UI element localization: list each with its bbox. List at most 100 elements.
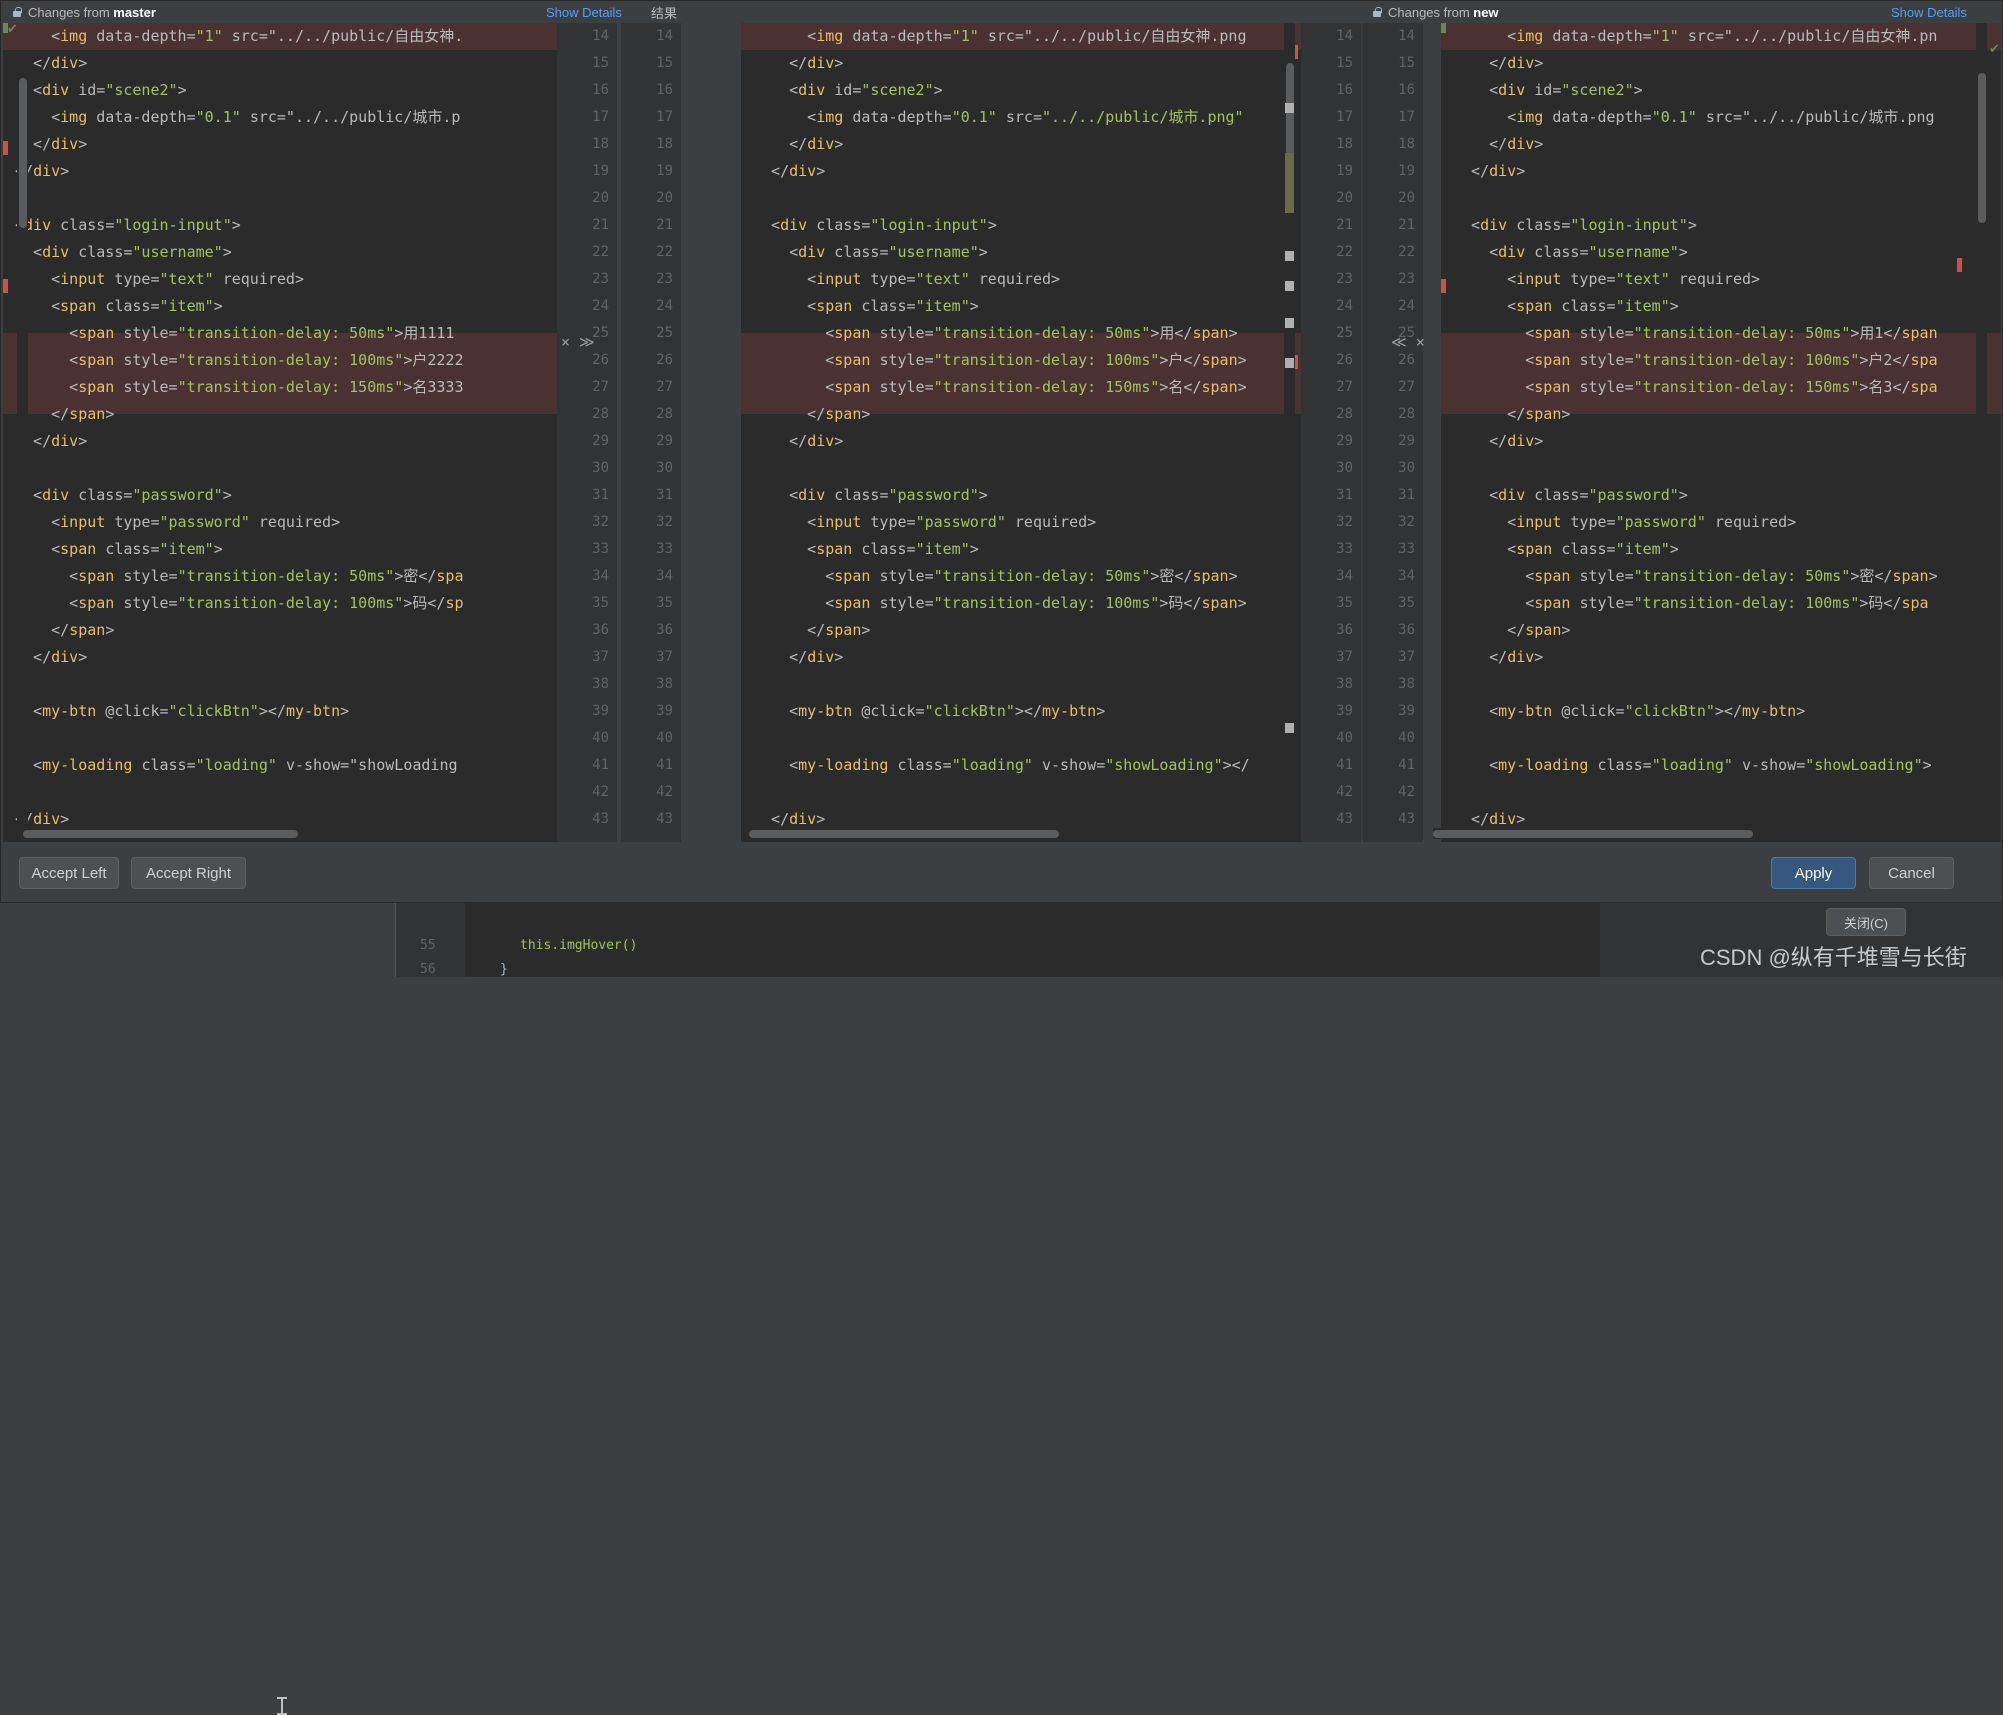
line-number: 23 xyxy=(1336,266,1353,293)
left-pane-hscrollbar[interactable] xyxy=(23,828,543,839)
left-diff-revert-icon[interactable]: × ≫ xyxy=(561,333,595,351)
code-line xyxy=(15,185,557,212)
code-line xyxy=(15,725,557,752)
right-pane-hscroll-thumb[interactable] xyxy=(1433,830,1753,838)
merge-dialog: Changes from master Show Details 结果 Chan… xyxy=(0,0,2003,903)
result-pane-hscroll-thumb[interactable] xyxy=(749,830,1059,838)
line-number: 34 xyxy=(1336,563,1353,590)
line-number: 31 xyxy=(656,482,673,509)
right-pane-scroll-thumb[interactable] xyxy=(1978,73,1986,223)
line-number: 37 xyxy=(1398,644,1415,671)
line-number: 37 xyxy=(656,644,673,671)
result-pane[interactable]: <img data-depth="1" src="../../public/自由… xyxy=(741,23,1301,845)
code-line: </div> xyxy=(15,644,557,671)
code-line xyxy=(15,671,557,698)
code-line: </div> xyxy=(15,50,557,77)
code-line: </div> xyxy=(1453,428,2001,455)
watermark: CSDN @纵有千堆雪与长街 xyxy=(1700,940,1967,972)
lock-icon xyxy=(11,6,22,18)
accept-right-button[interactable]: Accept Right xyxy=(131,857,246,889)
line-number: 31 xyxy=(1398,482,1415,509)
line-number: 21 xyxy=(1336,212,1353,239)
close-button[interactable]: 关闭(C) xyxy=(1826,908,1906,936)
code-line: <span class="item"> xyxy=(1453,293,2001,320)
code-line xyxy=(1453,725,2001,752)
cancel-button[interactable]: Cancel xyxy=(1869,857,1954,889)
left-pane-hscroll-thumb[interactable] xyxy=(23,830,298,838)
code-line: <img data-depth="0.1" src="../../public/… xyxy=(15,104,557,131)
left-diff-pane[interactable]: ✔ <img data-depth="1" src="../../public/… xyxy=(3,23,557,845)
line-number: 30 xyxy=(1398,455,1415,482)
line-number: 43 xyxy=(656,806,673,833)
line-number: 20 xyxy=(656,185,673,212)
accept-left-button[interactable]: Accept Left xyxy=(19,857,119,889)
code-line: <span style="transition-delay: 100ms">码<… xyxy=(15,590,557,617)
code-line: <div class="login-input"> xyxy=(753,212,1301,239)
result-label: 结果 xyxy=(651,3,677,22)
line-number: 14 xyxy=(1336,23,1353,50)
right-diff-revert-icon[interactable]: ≪ × xyxy=(1391,333,1425,351)
code-line: <img data-depth="0.1" src="../../public/… xyxy=(753,104,1301,131)
left-connector-area xyxy=(681,23,741,845)
line-number: 33 xyxy=(1398,536,1415,563)
line-number: 15 xyxy=(656,50,673,77)
code-line: <img data-depth="1" src="../../public/自由… xyxy=(1453,23,2001,50)
show-details-right[interactable]: Show Details xyxy=(1891,1,1967,23)
code-line: </div> xyxy=(15,428,557,455)
backdrop-code-line: this.imgHover() xyxy=(520,938,637,953)
code-line: <span style="transition-delay: 100ms">户<… xyxy=(753,347,1301,374)
line-number: 17 xyxy=(592,104,609,131)
left-pane-scrollbar[interactable] xyxy=(17,78,28,838)
line-number: 28 xyxy=(656,401,673,428)
code-line: <span class="item"> xyxy=(1453,536,2001,563)
line-number: 20 xyxy=(1398,185,1415,212)
line-number: 20 xyxy=(1336,185,1353,212)
line-number: 24 xyxy=(656,293,673,320)
code-line: </span> xyxy=(1453,401,2001,428)
result-pane-hscrollbar[interactable] xyxy=(749,828,1279,839)
show-details-left[interactable]: Show Details xyxy=(546,1,622,23)
left-pane-scroll-thumb[interactable] xyxy=(19,78,27,228)
code-line: <span style="transition-delay: 150ms">名<… xyxy=(753,374,1301,401)
apply-button[interactable]: Apply xyxy=(1771,857,1856,889)
line-number: 23 xyxy=(592,266,609,293)
line-number: 29 xyxy=(1336,428,1353,455)
line-number: 40 xyxy=(1336,725,1353,752)
line-number: 26 xyxy=(656,347,673,374)
backdrop-code-line: } xyxy=(500,962,508,977)
line-number: 32 xyxy=(1336,509,1353,536)
line-number: 28 xyxy=(592,401,609,428)
code-line: <div class="username"> xyxy=(1453,239,2001,266)
code-line: </div> xyxy=(753,644,1301,671)
change-bar xyxy=(1441,279,1446,293)
line-number: 21 xyxy=(592,212,609,239)
line-number: 25 xyxy=(1336,320,1353,347)
right-diff-pane[interactable]: <img data-depth="1" src="../../public/自由… xyxy=(1441,23,2001,845)
line-number: 43 xyxy=(592,806,609,833)
code-line: <span class="item"> xyxy=(15,293,557,320)
line-number: 16 xyxy=(592,77,609,104)
code-line: <input type="password" required> xyxy=(1453,509,2001,536)
right-pane-scrollbar[interactable] xyxy=(1976,23,1987,845)
result-code-content: <img data-depth="1" src="../../public/自由… xyxy=(753,23,1301,833)
line-number: 36 xyxy=(1398,617,1415,644)
result-pane-scrollbar[interactable] xyxy=(1284,23,1295,845)
line-number: 42 xyxy=(1398,779,1415,806)
code-line: <my-btn @click="clickBtn"></my-btn> xyxy=(1453,698,2001,725)
line-number: 18 xyxy=(592,131,609,158)
line-number: 19 xyxy=(592,158,609,185)
code-line xyxy=(15,779,557,806)
show-details-left-link[interactable]: Show Details xyxy=(546,5,622,20)
line-number: 37 xyxy=(1336,644,1353,671)
code-line: <div class="password"> xyxy=(1453,482,2001,509)
code-line xyxy=(1453,779,2001,806)
minimap-mark xyxy=(1285,358,1294,368)
code-line: <my-btn @click="clickBtn"></my-btn> xyxy=(15,698,557,725)
line-number: 34 xyxy=(1398,563,1415,590)
code-line: <my-loading class="loading" v-show="show… xyxy=(15,752,557,779)
line-number: 22 xyxy=(656,239,673,266)
right-pane-hscrollbar[interactable] xyxy=(1433,828,1973,839)
show-details-right-link[interactable]: Show Details xyxy=(1891,5,1967,20)
line-number: 15 xyxy=(592,50,609,77)
line-number: 18 xyxy=(1336,131,1353,158)
